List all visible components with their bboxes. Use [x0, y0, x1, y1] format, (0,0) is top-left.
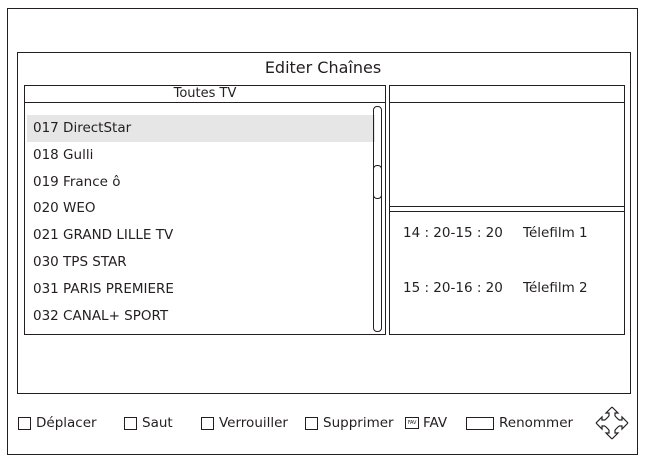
page-title: Editer Chaînes: [264, 58, 382, 77]
legend-label: Verrouiller: [219, 415, 288, 431]
channel-item[interactable]: 020 WEO: [27, 195, 375, 222]
channel-list-header: Toutes TV: [25, 86, 385, 103]
channel-list: 017 DirectStar 018 Gulli 019 France ô 02…: [27, 115, 375, 329]
epg-program: Télefilm 1: [523, 225, 588, 241]
delete-key-icon: [305, 416, 318, 430]
preview-header: [390, 86, 624, 103]
legend-rename[interactable]: Renommer: [466, 412, 573, 434]
legend-label: FAV: [423, 415, 448, 431]
scrollbar-thumb[interactable]: [372, 165, 382, 199]
fav-key-icon: FAV: [405, 417, 419, 429]
channel-item[interactable]: 019 France ô: [27, 169, 375, 196]
channel-list-scrollbar[interactable]: [372, 106, 382, 332]
move-key-icon: [18, 416, 31, 430]
legend-label: Supprimer: [323, 415, 394, 431]
legend-label: Renommer: [499, 415, 574, 431]
channel-item[interactable]: 021 GRAND LILLE TV: [27, 222, 375, 249]
preview-divider: [390, 206, 624, 212]
legend-delete[interactable]: Supprimer: [305, 412, 394, 434]
epg-program: Télefilm 2: [523, 280, 588, 296]
legend-label: Saut: [142, 415, 173, 431]
rename-key-icon: [466, 416, 494, 430]
channel-item[interactable]: 032 CANAL+ SPORT: [27, 303, 375, 330]
channel-list-panel: Toutes TV 017 DirectStar 018 Gulli 019 F…: [24, 85, 386, 335]
channel-item[interactable]: 018 Gulli: [27, 142, 375, 169]
channel-item[interactable]: 030 TPS STAR: [27, 249, 375, 276]
epg-row: 15 : 20-16 : 20 Télefilm 2: [403, 279, 588, 297]
key-legend: Déplacer Saut Verrouiller Supprimer FAV F…: [0, 412, 646, 434]
dpad-arrows-icon: [595, 406, 629, 440]
lock-key-icon: [201, 416, 214, 430]
preview-panel: 14 : 20-15 : 20 Télefilm 1 15 : 20-16 : 2…: [389, 85, 625, 335]
channel-item[interactable]: 017 DirectStar: [27, 115, 375, 142]
legend-label: Déplacer: [36, 415, 97, 431]
skip-key-icon: [124, 416, 137, 430]
epg-time: 15 : 20-16 : 20: [403, 280, 503, 296]
legend-move[interactable]: Déplacer: [18, 412, 97, 434]
legend-lock[interactable]: Verrouiller: [201, 412, 288, 434]
legend-skip[interactable]: Saut: [124, 412, 173, 434]
epg-time: 14 : 20-15 : 20: [403, 225, 503, 241]
channel-item[interactable]: 031 PARIS PREMIERE: [27, 276, 375, 303]
legend-fav[interactable]: FAV FAV: [405, 412, 447, 434]
epg-row: 14 : 20-15 : 20 Télefilm 1: [403, 224, 588, 242]
